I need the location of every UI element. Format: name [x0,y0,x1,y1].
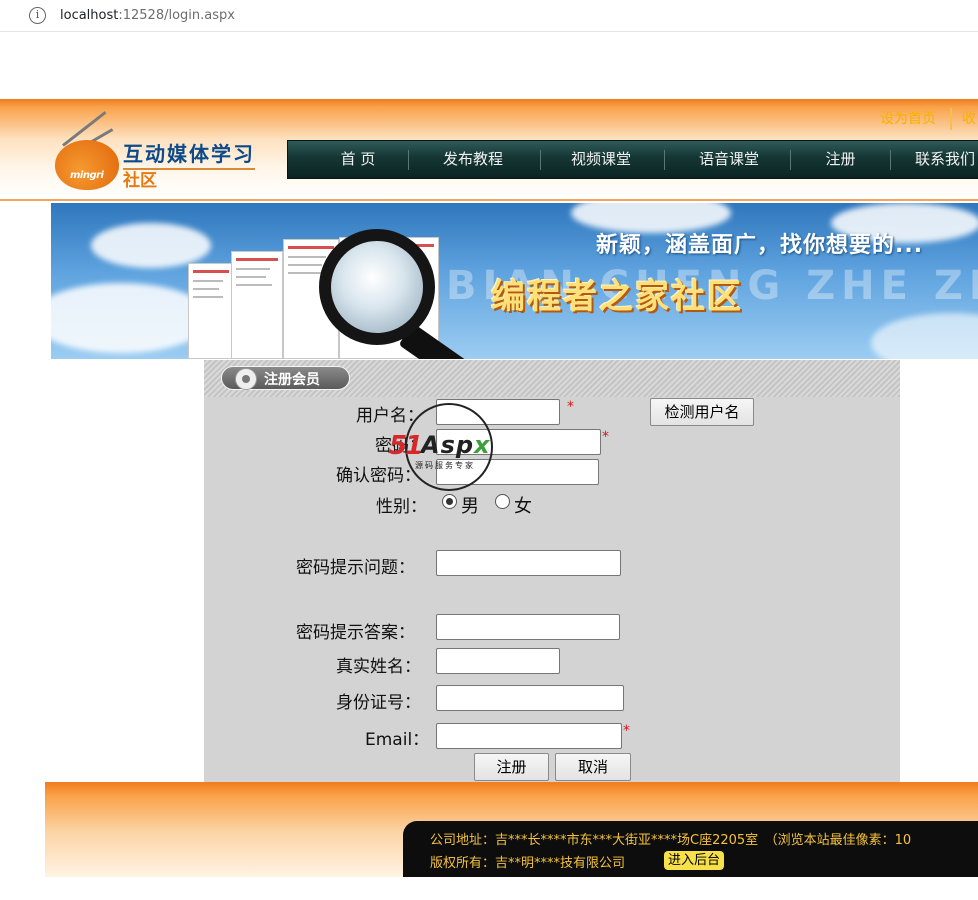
password-required-mark: * [602,429,609,445]
banner-cloud [871,313,978,359]
idcard-input[interactable] [436,685,624,711]
top-links-divider [950,108,952,130]
banner-page-thumbnail [231,251,283,359]
header-divider [0,199,978,201]
nav-separator [408,150,409,170]
magnifier-icon [319,229,435,345]
gender-male-label: 男 [461,496,479,517]
answer-label: 密码提示答案： [296,623,415,643]
password-label: 密码： [375,436,426,456]
browser-address-bar[interactable]: i localhost:12528/login.aspx [0,0,978,32]
register-button[interactable]: 注册 [474,753,549,781]
main-nav: 首 页 发布教程 视频课堂 语音课堂 注册 联系我们 [287,140,978,179]
question-label: 密码提示问题： [296,558,415,578]
address-url[interactable]: localhost:12528/login.aspx [60,8,235,23]
password-input[interactable] [436,429,601,455]
footer-address: 公司地址：吉***长****市东***大街亚****场C座2205室 （浏览本站… [430,833,912,848]
film-reel-icon [235,368,257,390]
gender-male-radio[interactable] [442,494,457,509]
username-input[interactable] [436,399,560,425]
check-username-button[interactable]: 检测用户名 [650,398,754,426]
confirm-password-label: 确认密码： [336,466,421,486]
url-path: :12528/login.aspx [118,8,235,23]
admin-entry-button[interactable]: 进入后台 [664,851,725,870]
answer-input[interactable] [436,614,620,640]
cancel-button[interactable]: 取消 [555,753,631,781]
banner-slogan: 新颖，涵盖面广，找你想要的... [596,233,924,258]
nav-separator [890,150,891,170]
confirm-password-input[interactable] [436,459,599,485]
logo-brand-text: mingri [70,170,104,181]
nav-item-register[interactable]: 注册 [808,141,873,178]
gender-female-radio[interactable] [495,494,510,509]
banner-cloud [51,283,211,353]
nav-item-contact[interactable]: 联系我们 [900,141,978,178]
footer-copyright: 版权所有：吉**明****技有限公司 [430,856,626,871]
panel-header: 注册会员 [204,360,900,397]
site-logo[interactable]: mingri 互动媒体学习 社区 [55,111,270,194]
nav-separator [540,150,541,170]
realname-input[interactable] [436,648,560,674]
email-label: Email： [365,730,430,750]
username-required-mark: * [567,399,574,415]
gender-female-label: 女 [514,496,532,517]
username-label: 用户名： [356,406,424,426]
banner-page-thumbnail [188,263,234,359]
gender-label: 性别： [376,497,427,517]
realname-label: 真实姓名： [336,657,421,677]
info-icon[interactable]: i [29,7,46,24]
footer-info-box: 公司地址：吉***长****市东***大街亚****场C座2205室 （浏览本站… [403,821,978,877]
email-required-mark: * [623,723,630,739]
question-input[interactable] [436,550,621,576]
idcard-label: 身份证号： [336,693,421,713]
nav-item-video[interactable]: 视频课堂 [556,141,646,178]
register-tab: 注册会员 [221,366,350,390]
set-home-link[interactable]: 设为首页 [880,111,936,127]
nav-item-audio[interactable]: 语音课堂 [684,141,774,178]
register-tab-label: 注册会员 [264,372,320,388]
logo-bowl-icon: mingri [55,140,119,190]
banner-cloud [91,223,211,268]
nav-item-home[interactable]: 首 页 [318,141,398,178]
banner-title: 编程者之家社区 [491,277,743,317]
nav-separator [790,150,791,170]
nav-separator [664,150,665,170]
nav-item-publish[interactable]: 发布教程 [428,141,518,178]
url-host: localhost [60,8,119,23]
hero-banner: BIAN CHENG ZHE ZHI 新颖，涵盖面广，找你想要的... 编程者之… [51,203,978,359]
email-input[interactable] [436,723,622,749]
logo-subtitle: 社区 [123,171,157,191]
favorite-link[interactable]: 收 [962,111,976,127]
top-links: 设为首页 收 [880,108,976,130]
